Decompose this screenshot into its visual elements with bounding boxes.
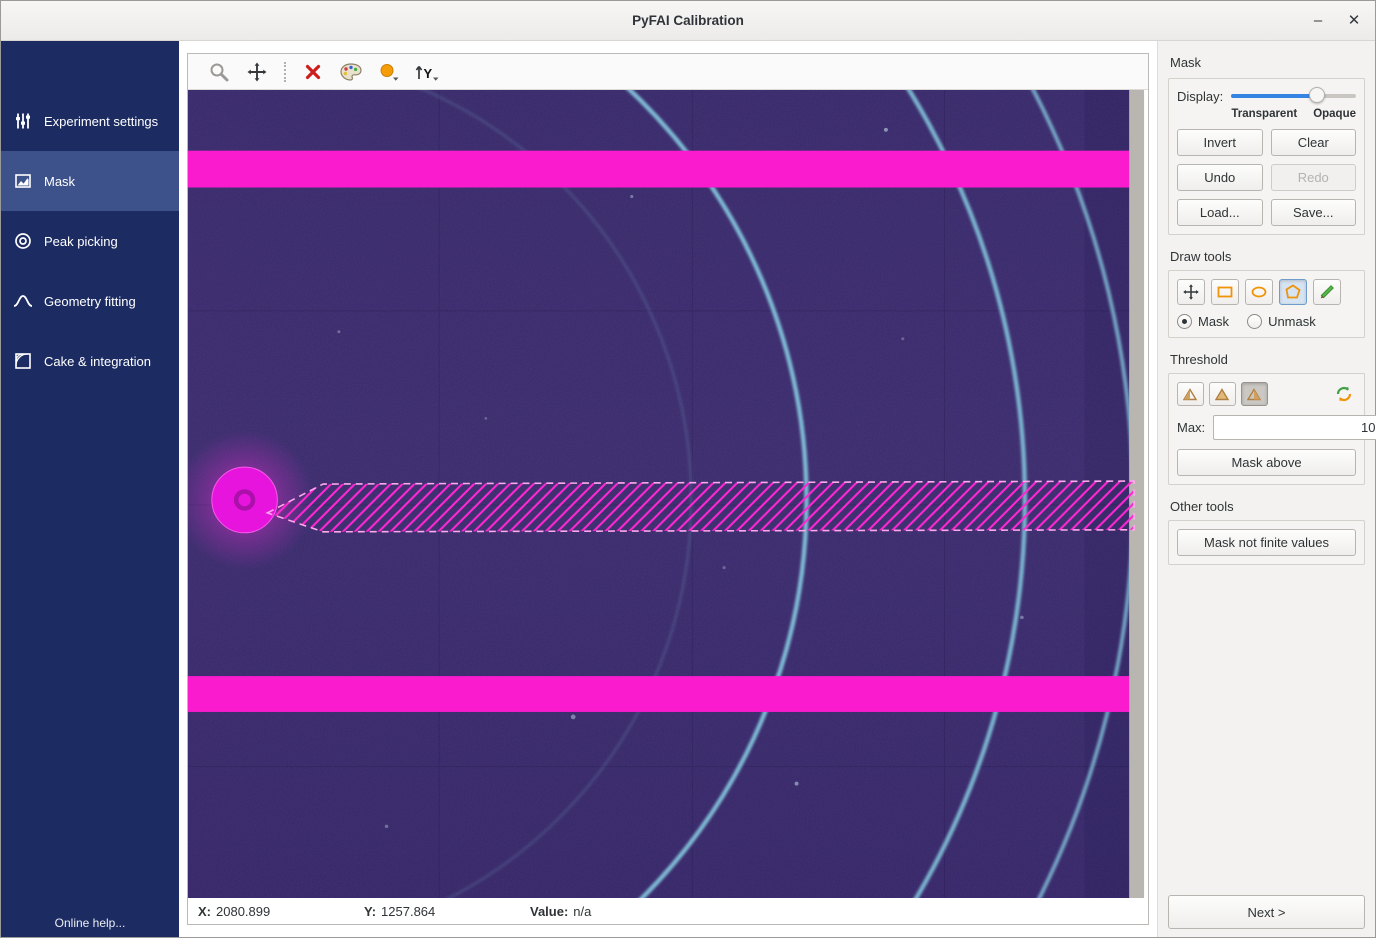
toolbar-separator bbox=[284, 62, 286, 82]
y-axis-icon[interactable]: Y bbox=[412, 58, 442, 86]
marker-icon[interactable] bbox=[374, 58, 404, 86]
slider-handle[interactable] bbox=[1309, 87, 1325, 103]
max-threshold-input[interactable] bbox=[1213, 415, 1376, 440]
sidebar-item-label: Geometry fitting bbox=[44, 294, 136, 309]
mask-between-icon[interactable] bbox=[1209, 382, 1236, 406]
unmask-radio[interactable]: Unmask bbox=[1247, 314, 1316, 329]
sidebar-item-mask[interactable]: Mask bbox=[1, 151, 179, 211]
redo-button: Redo bbox=[1271, 164, 1357, 191]
mask-below-icon[interactable] bbox=[1177, 382, 1204, 406]
plot-toolbar: Y bbox=[188, 54, 1148, 90]
window-content: Experiment settings Mask Peak picking Ge… bbox=[1, 41, 1375, 937]
polygon-tool-button[interactable] bbox=[1279, 279, 1307, 305]
sidebar-item-label: Peak picking bbox=[44, 234, 118, 249]
sliders-icon bbox=[13, 112, 33, 130]
draw-tools-title: Draw tools bbox=[1170, 249, 1365, 264]
sidebar-item-label: Experiment settings bbox=[44, 114, 158, 129]
sidebar-item-label: Mask bbox=[44, 174, 75, 189]
mask-image-icon bbox=[13, 172, 33, 190]
other-tools-title: Other tools bbox=[1170, 499, 1365, 514]
threshold-title: Threshold bbox=[1170, 352, 1365, 367]
opaque-label: Opaque bbox=[1313, 108, 1356, 120]
mask-display-group: Display: Transparent Opaque Invert Clear… bbox=[1168, 78, 1365, 235]
transparent-label: Transparent bbox=[1231, 108, 1297, 120]
mask-not-finite-button[interactable]: Mask not finite values bbox=[1177, 529, 1356, 556]
ellipse-tool-button[interactable] bbox=[1245, 279, 1273, 305]
target-icon bbox=[13, 232, 33, 250]
mask-action-buttons: Invert Clear Undo Redo Load... Save... bbox=[1177, 129, 1356, 226]
slider-track[interactable] bbox=[1231, 94, 1356, 98]
mask-panel: Mask Display: Transparent Opaque Invert … bbox=[1157, 41, 1375, 937]
cake-arcs-icon bbox=[13, 352, 33, 370]
cursor-x-readout: X:2080.899 bbox=[198, 904, 364, 919]
display-opacity-slider[interactable] bbox=[1231, 87, 1356, 105]
sidebar-item-peak-picking[interactable]: Peak picking bbox=[1, 211, 179, 271]
load-button[interactable]: Load... bbox=[1177, 199, 1263, 226]
sidebar-item-geometry-fitting[interactable]: Geometry fitting bbox=[1, 271, 179, 331]
other-tools-group: Mask not finite values bbox=[1168, 520, 1365, 565]
svg-text:Y: Y bbox=[424, 66, 433, 81]
main-area: Y bbox=[179, 41, 1157, 937]
bottom-mask-band bbox=[188, 676, 1129, 712]
beam-center-mask bbox=[212, 467, 278, 533]
mask-panel-title: Mask bbox=[1170, 55, 1365, 70]
pan-tool-button[interactable] bbox=[1177, 279, 1205, 305]
minimize-button[interactable]: – bbox=[1305, 8, 1331, 34]
plot-statusbar: X:2080.899 Y:1257.864 Value:n/a bbox=[188, 898, 1148, 924]
pixel-value-readout: Value:n/a bbox=[530, 904, 591, 919]
plot-widget: Y bbox=[187, 53, 1149, 925]
unmask-radio-label: Unmask bbox=[1268, 314, 1316, 329]
mask-radio[interactable]: Mask bbox=[1177, 314, 1229, 329]
undo-button[interactable]: Undo bbox=[1177, 164, 1263, 191]
peak-curve-icon bbox=[13, 292, 33, 310]
sidebar-item-experiment-settings[interactable]: Experiment settings bbox=[1, 91, 179, 151]
pencil-tool-button[interactable] bbox=[1313, 279, 1341, 305]
top-mask-band bbox=[188, 151, 1129, 188]
pan-icon[interactable] bbox=[242, 58, 272, 86]
mask-radio-label: Mask bbox=[1198, 314, 1229, 329]
clear-icon[interactable] bbox=[298, 58, 328, 86]
diffraction-image[interactable] bbox=[188, 90, 1148, 898]
zoom-icon[interactable] bbox=[204, 58, 234, 86]
sidebar-item-label: Cake & integration bbox=[44, 354, 151, 369]
max-label: Max: bbox=[1177, 420, 1205, 435]
window-controls: – ✕ bbox=[1305, 1, 1367, 40]
close-button[interactable]: ✕ bbox=[1341, 8, 1367, 34]
sidebar: Experiment settings Mask Peak picking Ge… bbox=[1, 41, 179, 937]
clear-button[interactable]: Clear bbox=[1271, 129, 1357, 156]
sidebar-item-cake-integration[interactable]: Cake & integration bbox=[1, 331, 179, 391]
titlebar: PyFAI Calibration – ✕ bbox=[1, 1, 1375, 41]
window-title: PyFAI Calibration bbox=[1, 13, 1375, 28]
mask-above-icon[interactable] bbox=[1241, 382, 1268, 406]
palette-icon[interactable] bbox=[336, 58, 366, 86]
display-label: Display: bbox=[1177, 89, 1223, 104]
save-button[interactable]: Save... bbox=[1271, 199, 1357, 226]
invert-button[interactable]: Invert bbox=[1177, 129, 1263, 156]
refresh-icon[interactable] bbox=[1332, 382, 1356, 406]
threshold-group: Max: Mask above bbox=[1168, 373, 1365, 485]
slider-fill bbox=[1231, 94, 1317, 98]
cursor-y-readout: Y:1257.864 bbox=[364, 904, 530, 919]
polygon-mask-selection[interactable] bbox=[267, 481, 1134, 532]
radio-dot bbox=[1177, 314, 1192, 329]
online-help-link[interactable]: Online help... bbox=[1, 916, 179, 930]
next-button[interactable]: Next > bbox=[1168, 895, 1365, 929]
pyfai-window: PyFAI Calibration – ✕ Experiment setting… bbox=[0, 0, 1376, 938]
draw-tools-group: Mask Unmask bbox=[1168, 270, 1365, 338]
radio-dot bbox=[1247, 314, 1262, 329]
rectangle-tool-button[interactable] bbox=[1211, 279, 1239, 305]
mask-above-button[interactable]: Mask above bbox=[1177, 449, 1356, 476]
